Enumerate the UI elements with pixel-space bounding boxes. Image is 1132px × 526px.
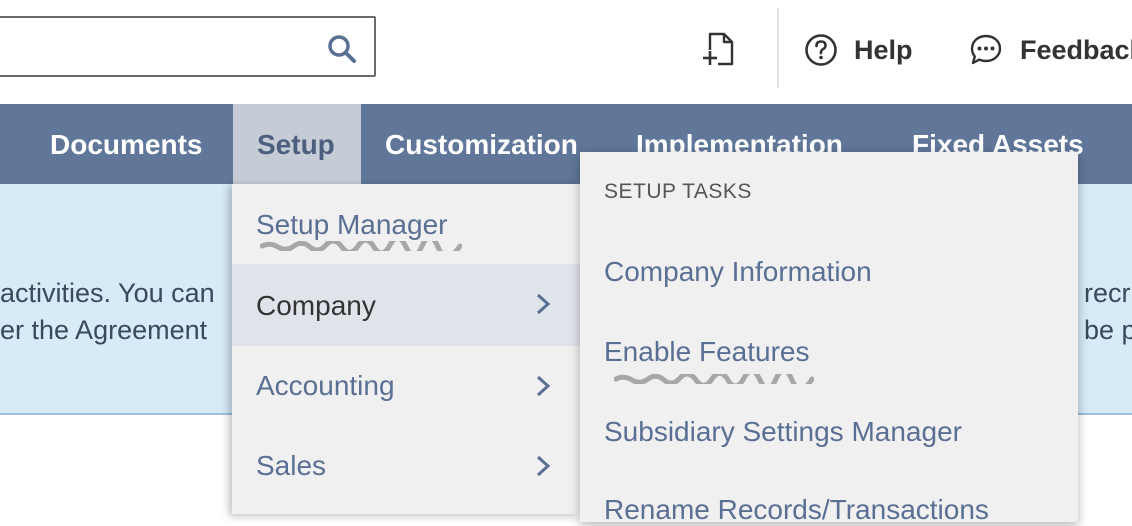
search-input[interactable] (0, 16, 376, 77)
feedback-link[interactable]: Feedback (968, 30, 1132, 70)
setup-dropdown-menu: Setup Manager Company Accounting Sales (232, 184, 580, 514)
feedback-label: Feedback (1020, 34, 1132, 65)
chevron-right-icon (536, 293, 551, 315)
nav-tab-documents[interactable]: Documents (26, 104, 226, 184)
menu-item-label: Company (256, 290, 376, 321)
chevron-right-icon (536, 455, 551, 477)
menu-item-label: Sales (256, 450, 327, 481)
page-plus-icon[interactable] (700, 30, 738, 68)
menu-item-label: Accounting (256, 370, 395, 401)
search-icon[interactable] (326, 33, 358, 65)
submenu-item-enable-features[interactable]: Enable Features (604, 336, 809, 368)
chat-bubble-icon (970, 34, 1002, 65)
menu-item-label: Setup Manager (256, 209, 448, 240)
header-divider (777, 8, 779, 88)
company-submenu: SETUP TASKS Company Information Enable F… (580, 152, 1078, 525)
nav-tab-customization[interactable]: Customization (361, 104, 602, 184)
menu-item-setup-manager[interactable]: Setup Manager (232, 184, 580, 264)
help-link[interactable]: Help (804, 30, 913, 70)
banner-text-line: activities. You can (0, 278, 215, 308)
submenu-item-company-information[interactable]: Company Information (604, 256, 872, 288)
help-label: Help (854, 34, 913, 65)
submenu-item-subsidiary-settings-manager[interactable]: Subsidiary Settings Manager (604, 416, 962, 448)
submenu-heading: SETUP TASKS (604, 180, 752, 203)
menu-item-company[interactable]: Company (232, 264, 580, 346)
help-icon (805, 34, 837, 66)
chevron-right-icon (536, 375, 551, 397)
menu-item-accounting[interactable]: Accounting (232, 346, 580, 426)
banner-text-line: recr (1084, 278, 1131, 308)
nav-tab-setup[interactable]: Setup (233, 104, 361, 184)
banner-text-line: be p (1084, 315, 1132, 345)
redaction-scribble (260, 241, 462, 251)
menu-item-sales[interactable]: Sales (232, 426, 580, 506)
banner-text-line: er the Agreement (0, 315, 208, 345)
redaction-scribble (614, 374, 814, 384)
submenu-item-rename-records[interactable]: Rename Records/Transactions (604, 494, 989, 526)
